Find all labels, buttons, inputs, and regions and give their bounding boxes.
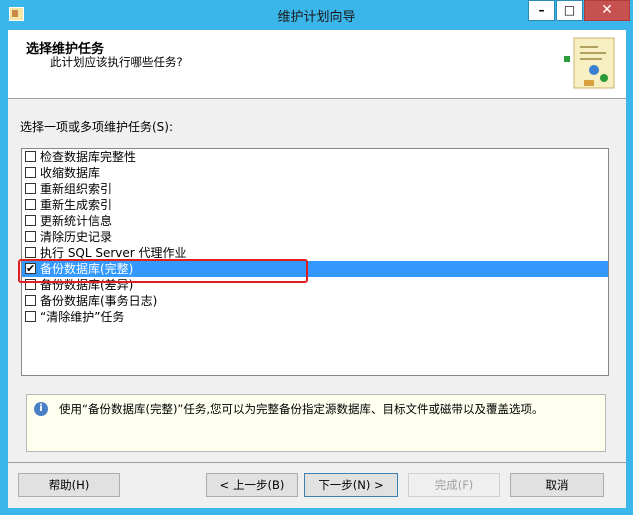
title-bar[interactable]: 维护计划向导 – □ ✕ [0,0,633,30]
task-item[interactable]: 重新生成索引 [22,197,608,213]
task-description-panel: i 使用“备份数据库(完整)”任务,您可以为完整备份指定源数据库、目标文件或磁带… [26,394,606,452]
back-button[interactable]: < 上一步(B) [206,473,298,497]
task-checkbox[interactable] [25,183,36,194]
close-icon: ✕ [601,2,613,18]
task-item[interactable]: “清除维护”任务 [22,309,608,325]
minimize-button[interactable]: – [528,0,555,21]
help-button[interactable]: 帮助(H) [18,473,120,497]
wizard-header: 选择维护任务 此计划应该执行哪些任务? [8,30,626,99]
task-checkbox[interactable] [25,231,36,242]
task-checkbox[interactable] [25,167,36,178]
cancel-button[interactable]: 取消 [510,473,604,497]
task-item[interactable]: 清除历史记录 [22,229,608,245]
maximize-button[interactable]: □ [556,0,583,21]
task-checkbox[interactable] [25,247,36,258]
task-label: 收缩数据库 [40,166,101,180]
task-label: 更新统计信息 [40,214,113,228]
task-label: 备份数据库(事务日志) [40,294,158,308]
task-checkbox[interactable] [25,151,36,162]
finish-button[interactable]: 完成(F) [408,473,500,497]
task-label: 执行 SQL Server 代理作业 [40,246,187,260]
footer-divider [8,462,626,463]
page-subtitle: 此计划应该执行哪些任务? [50,55,183,69]
task-item[interactable]: 备份数据库(事务日志) [22,293,608,309]
task-list[interactable]: 检查数据库完整性 收缩数据库 重新组织索引 重新生成索引 更新统计信息 清除历史… [18,148,609,376]
next-button[interactable]: 下一步(N) > [304,473,398,497]
task-checkbox[interactable] [25,199,36,210]
close-button[interactable]: ✕ [584,0,630,21]
task-checkbox[interactable] [25,311,36,322]
info-icon: i [34,402,48,416]
task-item[interactable]: 重新组织索引 [22,181,608,197]
task-checkbox[interactable] [25,295,36,306]
red-highlight-annotation [18,259,308,283]
task-item[interactable]: 检查数据库完整性 [22,149,608,165]
task-label: “清除维护”任务 [40,310,125,324]
task-description: 使用“备份数据库(完整)”任务,您可以为完整备份指定源数据库、目标文件或磁带以及… [59,402,544,416]
wizard-window: 维护计划向导 – □ ✕ 选择维护任务 此计划应该执行哪些任务? 选择一项或多项… [0,0,633,515]
task-item[interactable]: 收缩数据库 [22,165,608,181]
task-checkbox[interactable] [25,215,36,226]
task-label: 重新组织索引 [40,182,113,196]
task-label: 清除历史记录 [40,230,113,244]
task-list-label: 选择一项或多项维护任务(S): [20,120,174,134]
task-label: 检查数据库完整性 [40,150,137,164]
maximize-icon: □ [563,3,576,17]
wizard-graphic-icon [564,37,615,89]
task-item[interactable]: 更新统计信息 [22,213,608,229]
wizard-content: 选择维护任务 此计划应该执行哪些任务? 选择一项或多项维护任务(S): 检查数据… [8,30,626,508]
task-label: 重新生成索引 [40,198,113,212]
minimize-icon: – [538,3,545,17]
